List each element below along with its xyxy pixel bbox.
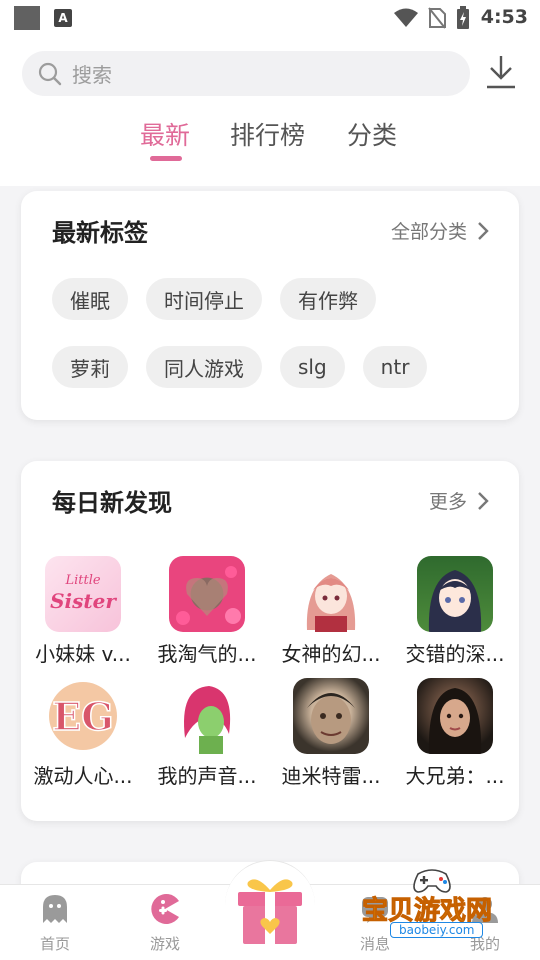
svg-text:Little: Little (64, 573, 100, 588)
battery-charging-icon (457, 6, 469, 29)
game-name: 我淘气的... (157, 642, 257, 666)
game-name: 大兄弟：... (405, 764, 505, 788)
more-link[interactable]: 更多 (429, 487, 489, 514)
tag-chip[interactable]: ntr (362, 346, 428, 388)
game-name: 迪米特雷... (281, 764, 381, 788)
all-categories-label: 全部分类 (390, 221, 467, 243)
search-icon (38, 62, 62, 85)
status-icons (394, 6, 470, 30)
chevron-right-icon (478, 491, 489, 510)
tags-row-1: 催眠 时间停止 有作弊 (52, 278, 376, 320)
game-item[interactable]: 我淘气的... (145, 556, 269, 667)
avatar-image (184, 686, 231, 754)
tag-chip[interactable]: 催眠 (52, 278, 128, 320)
latest-tags-title: 最新标签 (52, 219, 148, 247)
game-item[interactable]: EG 激动人心... (21, 678, 145, 789)
watermark-url: baobeiy.com (390, 922, 484, 938)
nav-games-label: 游戏 (149, 935, 180, 953)
all-categories-link[interactable]: 全部分类 (391, 217, 489, 244)
tab-latest[interactable]: 最新 (140, 116, 190, 152)
game-item[interactable]: Little Sister 小妹妹 v... (21, 556, 145, 667)
tag-chip[interactable]: 有作弊 (280, 278, 376, 320)
status-bar: A 4:53 (0, 0, 540, 36)
no-sim-icon (428, 7, 446, 29)
tab-ranking[interactable]: 排行榜 (230, 116, 305, 152)
game-thumbnail (169, 678, 245, 754)
more-label: 更多 (428, 491, 467, 513)
game-thumbnail (169, 556, 245, 632)
tag-chip[interactable]: slg (280, 346, 345, 388)
face-image (428, 688, 482, 754)
game-name: 小妹妹 v... (35, 642, 131, 666)
game-thumbnail: Little Sister (45, 556, 121, 632)
app-screen: A 4:53 搜索 最新 排行榜 分类 最新标签 全部分类 催眠 时间停止 有作… (0, 0, 540, 960)
tab-indicator (150, 156, 182, 161)
little-sister-logo: Little Sister (50, 573, 117, 613)
tab-bar: 最新 排行榜 分类 (0, 116, 540, 166)
tag-chip[interactable]: 萝莉 (52, 346, 128, 388)
game-name: 激动人心... (33, 764, 133, 788)
tag-chip[interactable]: 同人游戏 (146, 346, 262, 388)
notification-square-icon (14, 6, 40, 30)
latest-tags-card: 最新标签 全部分类 催眠 时间停止 有作弊 萝莉 同人游戏 slg ntr (21, 191, 519, 420)
game-name: 我的声音... (157, 764, 257, 788)
game-thumbnail (293, 678, 369, 754)
game-thumbnail (293, 556, 369, 632)
game-item[interactable]: 女神的幻... (269, 556, 393, 667)
gift-icon[interactable] (234, 874, 306, 946)
tag-chip[interactable]: 时间停止 (146, 278, 262, 320)
game-item[interactable]: 我的声音... (145, 678, 269, 789)
ghost-icon (43, 895, 67, 923)
nav-games[interactable]: 游戏 (125, 893, 205, 954)
hearts-icon (176, 566, 241, 625)
header: 搜索 最新 排行榜 分类 (0, 36, 540, 186)
clock: 4:53 (480, 6, 528, 28)
game-thumbnail (417, 678, 493, 754)
tags-row-2: 萝莉 同人游戏 slg ntr (52, 346, 428, 388)
chevron-right-icon (478, 221, 489, 240)
daily-discovery-card: 每日新发现 更多 Little Sister 小妹妹 v... 我淘气的... … (21, 461, 519, 821)
watermark: 宝贝游戏网 baobeiy.com (361, 868, 512, 948)
game-name: 交错的深... (405, 642, 505, 666)
game-item[interactable]: 交错的深... (393, 556, 517, 667)
game-item[interactable]: 大兄弟：... (393, 678, 517, 789)
daily-discovery-title: 每日新发现 (52, 489, 172, 517)
nav-home-label: 首页 (39, 935, 70, 953)
wifi-icon (394, 8, 418, 27)
search-placeholder: 搜索 (72, 63, 112, 87)
nav-home[interactable]: 首页 (15, 893, 95, 954)
svg-text:EG: EG (52, 694, 113, 739)
anime-girl-image (428, 570, 482, 632)
pacman-icon (151, 894, 179, 924)
tab-category[interactable]: 分类 (347, 116, 397, 152)
a-app-icon: A (54, 9, 72, 27)
anime-girl-image (306, 574, 356, 632)
svg-text:Sister: Sister (50, 589, 117, 613)
download-icon[interactable] (485, 54, 517, 90)
eg-logo: EG (49, 682, 117, 750)
game-name: 女神的幻... (281, 642, 381, 666)
game-thumbnail (417, 556, 493, 632)
search-bar[interactable]: 搜索 (22, 51, 470, 96)
face-image (307, 693, 355, 744)
game-thumbnail: EG (45, 678, 121, 754)
game-item[interactable]: 迪米特雷... (269, 678, 393, 789)
